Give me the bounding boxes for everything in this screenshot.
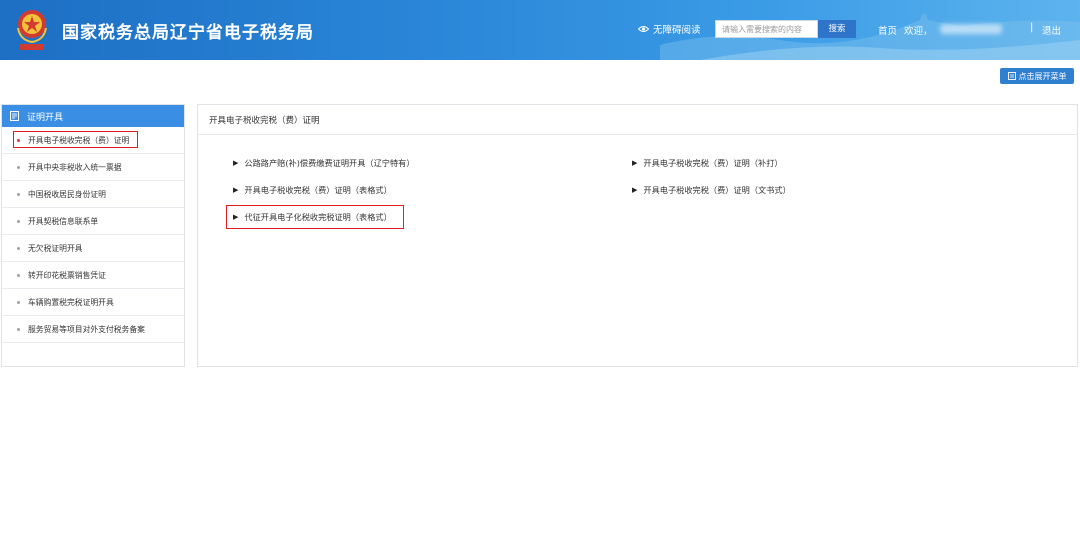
tax-emblem-logo <box>17 10 47 50</box>
menu-icon <box>1007 72 1016 80</box>
sidebar-item-label: 开具契税信息联系单 <box>28 216 99 226</box>
eye-icon <box>638 26 649 32</box>
bullet-icon <box>17 246 20 250</box>
expand-menu-button[interactable]: 点击展开菜单 <box>1000 68 1074 84</box>
bullet-icon <box>17 165 20 169</box>
link-label: 公路路产赔(补)偿费缴费证明开具（辽宁特有） <box>244 158 415 168</box>
link-label: 开具电子税收完税（费）证明（文书式） <box>643 185 791 195</box>
sidebar-item-label: 中国税收居民身份证明 <box>28 189 106 199</box>
accessibility-label: 无障碍阅读 <box>653 25 701 36</box>
link-highway-compensation-certificate[interactable]: ▶ 公路路产赔(补)偿费缴费证明开具（辽宁特有） <box>233 157 415 169</box>
bullet-icon <box>17 300 20 304</box>
sidebar-item-central-non-tax-receipt[interactable]: 开具中央非税收入统一票据 <box>2 154 184 181</box>
site-title: 国家税务总局辽宁省电子税务局 <box>62 23 314 43</box>
sidebar-item-tax-residency-certificate[interactable]: 中国税收居民身份证明 <box>2 181 184 208</box>
expand-menu-label: 点击展开菜单 <box>1018 71 1067 81</box>
bullet-icon <box>17 192 20 196</box>
link-tax-certificate-document-format[interactable]: ▶ 开具电子税收完税（费）证明（文书式） <box>632 184 791 196</box>
triangle-right-icon: ▶ <box>632 159 638 167</box>
sidebar-list: 开具电子税收完税（费）证明 开具中央非税收入统一票据 中国税收居民身份证明 开具… <box>2 127 184 343</box>
sidebar-item-label: 服务贸易等项目对外支付税务备案 <box>28 324 145 334</box>
page-title: 开具电子税收完税（费）证明 <box>198 105 1077 135</box>
sidebar-item-electronic-tax-certificate[interactable]: 开具电子税收完税（费）证明 <box>2 127 184 154</box>
bullet-icon <box>17 219 20 223</box>
sidebar-item-stamp-tax-sales-voucher[interactable]: 转开印花税票销售凭证 <box>2 262 184 289</box>
link-tax-certificate-table-format[interactable]: ▶ 开具电子税收完税（费）证明（表格式） <box>233 184 392 196</box>
username-blurred <box>940 24 1002 34</box>
accessibility-toggle[interactable]: 无障碍阅读 <box>638 22 701 36</box>
link-label: 开具电子税收完税（费）证明（表格式） <box>244 185 392 195</box>
welcome-text: 欢迎， <box>904 26 933 37</box>
sidebar-item-label: 无欠税证明开具 <box>28 243 83 253</box>
bullet-icon <box>17 327 20 331</box>
document-icon <box>10 111 19 121</box>
triangle-right-icon: ▶ <box>632 186 638 194</box>
sidebar: 证明开具 开具电子税收完税（费）证明 开具中央非税收入统一票据 中国税收居民身份… <box>1 104 185 367</box>
triangle-right-icon: ▶ <box>233 186 239 194</box>
logout-link[interactable]: 退出 <box>1042 23 1061 37</box>
highlight-box <box>226 205 404 229</box>
sidebar-header[interactable]: 证明开具 <box>2 105 184 127</box>
home-link[interactable]: 首页 <box>878 23 897 37</box>
sidebar-item-service-trade-payment-filing[interactable]: 服务贸易等项目对外支付税务备案 <box>2 316 184 343</box>
sidebar-item-label: 开具中央非税收入统一票据 <box>28 162 122 172</box>
sidebar-item-deed-tax-contact-form[interactable]: 开具契税信息联系单 <box>2 208 184 235</box>
sidebar-item-no-tax-arrears-certificate[interactable]: 无欠税证明开具 <box>2 235 184 262</box>
main-panel: 开具电子税收完税（费）证明 ▶ 公路路产赔(补)偿费缴费证明开具（辽宁特有） ▶… <box>197 104 1078 367</box>
sidebar-header-label: 证明开具 <box>27 112 64 123</box>
sidebar-item-vehicle-purchase-tax-certificate[interactable]: 车辆购置税完税证明开具 <box>2 289 184 316</box>
link-tax-certificate-reprint[interactable]: ▶ 开具电子税收完税（费）证明（补打） <box>632 157 783 169</box>
highlight-box <box>13 131 138 148</box>
sidebar-item-label: 车辆购置税完税证明开具 <box>28 297 114 307</box>
search-input[interactable] <box>715 20 818 38</box>
link-label: 开具电子税收完税（费）证明（补打） <box>643 158 783 168</box>
search-button[interactable]: 搜索 <box>818 20 856 38</box>
bullet-icon <box>17 273 20 277</box>
header-banner: 国家税务总局辽宁省电子税务局 无障碍阅读 搜索 首页 欢迎， | 退出 <box>0 0 1080 60</box>
sidebar-item-label: 转开印花税票销售凭证 <box>28 270 106 280</box>
triangle-right-icon: ▶ <box>233 159 239 167</box>
nav-separator: | <box>1030 22 1034 33</box>
